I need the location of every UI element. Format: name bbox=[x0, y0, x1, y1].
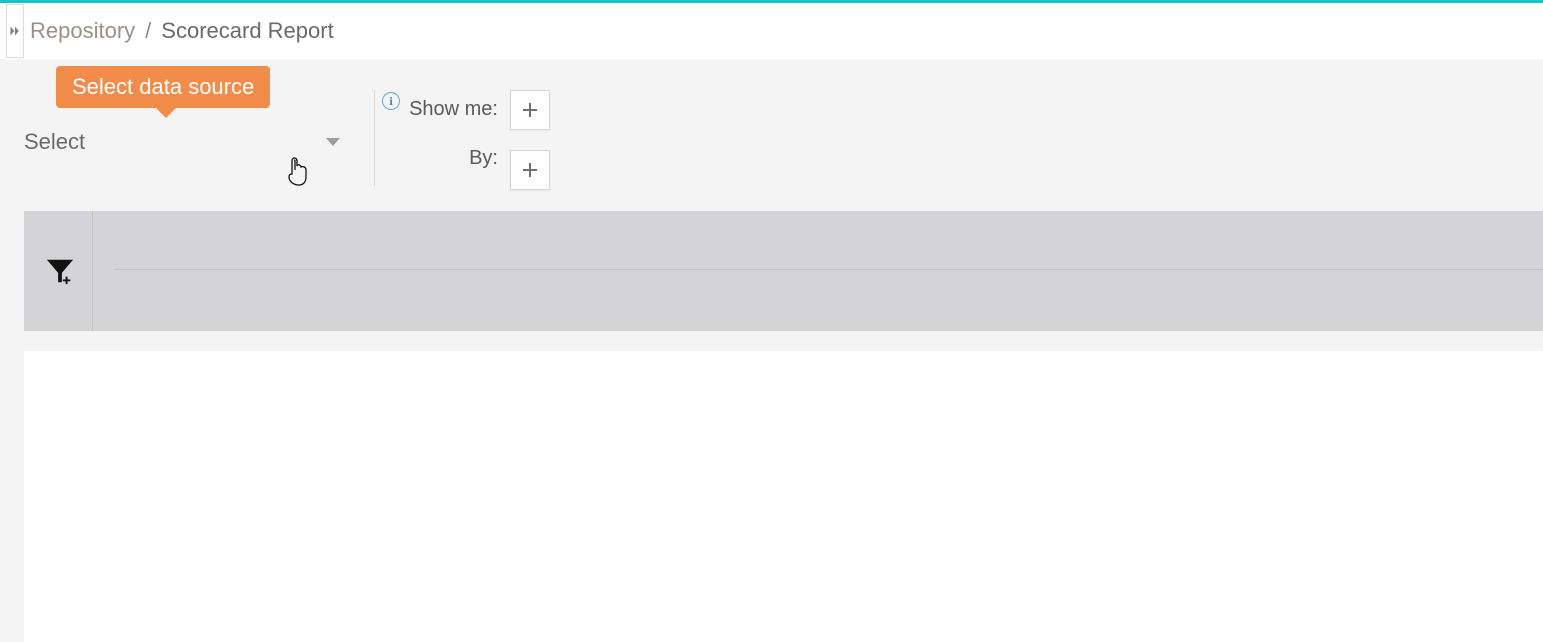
datasource-tooltip: Select data source bbox=[56, 66, 270, 108]
add-by-button[interactable] bbox=[510, 150, 550, 190]
filter-divider bbox=[92, 211, 93, 331]
chevron-right-double-icon bbox=[9, 25, 21, 37]
vertical-divider bbox=[374, 90, 375, 186]
plus-icon bbox=[521, 161, 539, 179]
tooltip-text: Select data source bbox=[72, 74, 254, 99]
datasource-placeholder: Select bbox=[24, 129, 85, 155]
filter-bar bbox=[24, 211, 1543, 331]
info-icon[interactable]: i bbox=[382, 92, 400, 110]
chevron-down-icon bbox=[326, 138, 340, 146]
breadcrumb-separator: / bbox=[145, 18, 151, 44]
show-me-label: Show me: bbox=[409, 98, 498, 121]
add-filter-button[interactable] bbox=[38, 256, 82, 286]
filter-plus-icon bbox=[45, 256, 75, 286]
breadcrumb: Repository / Scorecard Report bbox=[0, 3, 1543, 59]
query-labels: Show me: By: bbox=[404, 98, 498, 170]
result-panel bbox=[24, 351, 1543, 642]
breadcrumb-current: Scorecard Report bbox=[161, 18, 333, 44]
plus-icon bbox=[521, 101, 539, 119]
filter-midline bbox=[114, 269, 1543, 270]
sidebar-expand-handle[interactable] bbox=[6, 4, 24, 58]
datasource-select[interactable]: Select bbox=[24, 124, 344, 160]
by-label: By: bbox=[469, 147, 498, 170]
breadcrumb-root[interactable]: Repository bbox=[30, 18, 135, 44]
query-builder-row: Select data source Select i Show me: By: bbox=[24, 66, 1543, 196]
add-show-me-button[interactable] bbox=[510, 90, 550, 130]
